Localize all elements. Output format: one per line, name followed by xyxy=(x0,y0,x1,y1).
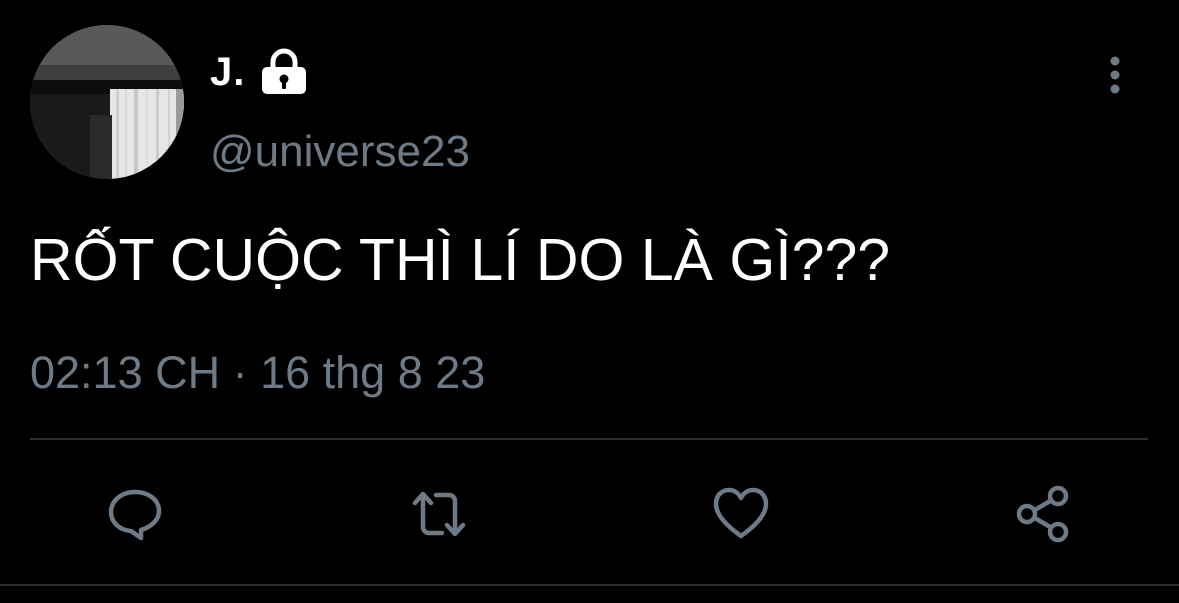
heart-icon xyxy=(713,487,769,539)
share-icon xyxy=(1016,485,1069,543)
retweet-button[interactable] xyxy=(408,483,470,545)
reply-icon xyxy=(108,489,162,541)
bottom-divider xyxy=(0,584,1179,586)
user-handle[interactable]: @universe23 xyxy=(210,127,470,177)
tweet-timestamp[interactable]: 02:13 CH · 16 thg 8 23 xyxy=(30,347,485,399)
more-vertical-icon xyxy=(1110,56,1120,94)
reply-button[interactable] xyxy=(104,483,166,545)
more-options-button[interactable] xyxy=(1100,54,1130,98)
tweet-text: RỐT CUỘC THÌ LÍ DO LÀ GÌ??? xyxy=(30,227,891,293)
lock-icon xyxy=(259,48,309,96)
retweet-icon xyxy=(412,491,466,537)
like-button[interactable] xyxy=(710,483,772,545)
avatar[interactable] xyxy=(30,25,184,179)
display-name[interactable]: J. xyxy=(210,48,309,96)
avatar-image xyxy=(30,25,184,179)
share-button[interactable] xyxy=(1013,483,1075,545)
display-name-text: J. xyxy=(210,49,246,94)
divider xyxy=(30,438,1148,440)
